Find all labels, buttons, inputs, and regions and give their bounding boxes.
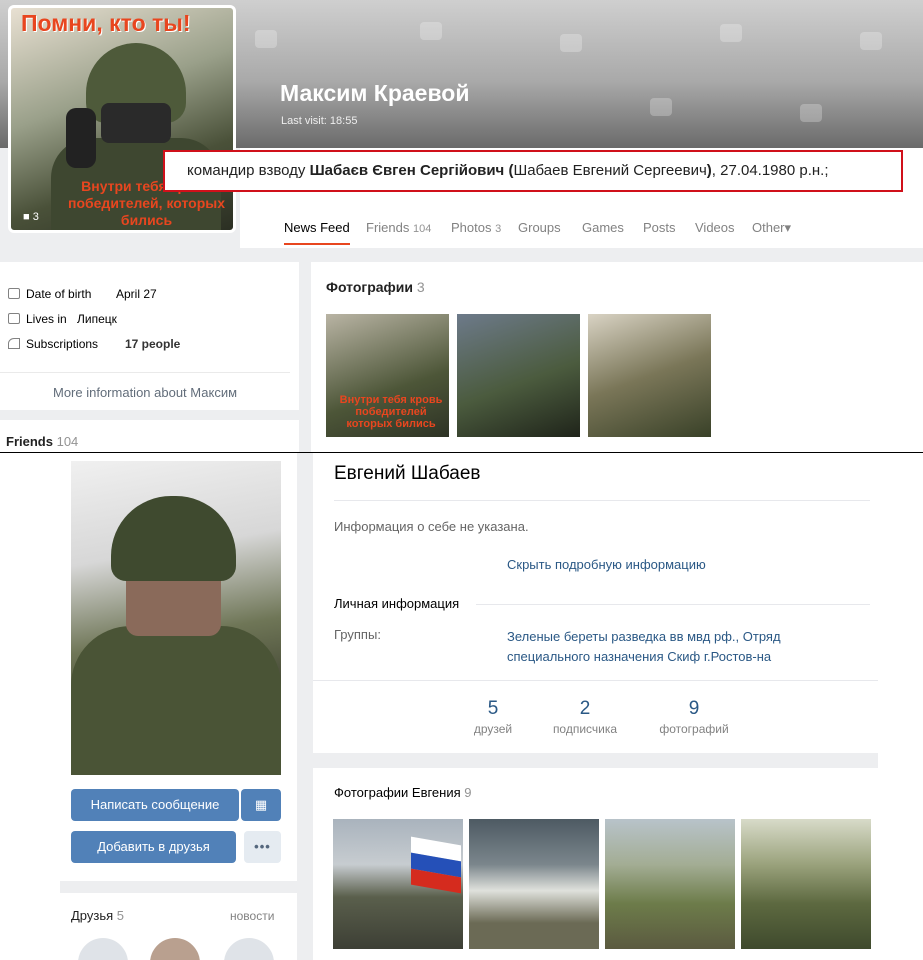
comment-icon: ■ [23,211,30,223]
photo-thumbnail[interactable] [457,314,580,437]
info-row-lives: Lives in Липецк [8,312,117,326]
subscriptions-label: Subscriptions [26,337,99,351]
counter-value: 9 [688,698,700,719]
avatar-title-text: Помни, кто ты! [21,10,191,36]
avatar-comment-counter[interactable]: ■ 3 [23,211,39,223]
info-row-birth: Date of birth April 27 [8,287,157,301]
cover-pattern-icon [255,30,277,48]
more-actions-button[interactable]: ••• [244,831,281,863]
friends-news-link[interactable]: новости [230,909,274,923]
gift-icon: ▦ [254,797,268,812]
profile-info-card: Date of birth April 27 Lives in Липецк S… [0,262,299,410]
groups-value[interactable]: Зеленые береты разведка вв мвд рф., Отря… [507,627,827,667]
annotation-prefix: командир взводу [187,162,310,179]
lives-value[interactable]: Липецк [77,312,117,326]
home-icon [8,313,20,324]
gift-button[interactable]: ▦ [241,789,281,821]
tab-posts[interactable]: Posts [643,220,676,235]
tab-friends[interactable]: Friends 104 [366,220,431,235]
cover-pattern-icon [560,34,582,52]
highlighted-annotation: командир взводу Шабаєв Євген Сергійович … [163,150,903,192]
cover-pattern-icon [720,24,742,42]
friends-block[interactable]: Friends 104 [0,420,299,452]
birth-label: Date of birth [26,287,92,301]
avatar-figure-hand [66,108,96,168]
russian-flag-icon [411,836,461,894]
photo-thumbnail[interactable] [469,819,599,949]
subscriptions-value[interactable]: 17 people [125,337,180,351]
counter-value: 2 [579,698,591,719]
send-message-button[interactable]: Написать сообщение [71,789,239,821]
friends-label: Друзья [71,908,114,923]
about-text: Информация о себе не указана. [334,519,529,534]
profile-screenshot-bottom: Написать сообщение ▦ Добавить в друзья •… [0,453,923,960]
birth-value[interactable]: April 27 [116,287,157,301]
annotation-birth-date: , 27.04.1980 р.н.; [711,162,829,179]
photo-thumbnail[interactable]: Внутри тебя кровь победителей которых би… [326,314,449,437]
lives-label: Lives in [26,312,67,326]
tab-games[interactable]: Games [582,220,624,235]
last-visit: Last visit: 18:55 [281,115,358,127]
photo-thumbnail[interactable] [333,819,463,949]
tab-news-feed[interactable]: News Feed [284,220,350,245]
hide-details-link[interactable]: Скрыть подробную информацию [507,557,706,572]
photos-count: 3 [416,279,425,295]
thumbnail-caption: Внутри тебя кровь победителей которых би… [339,394,443,430]
profile-avatar[interactable] [71,461,281,775]
comment-count: 3 [32,211,39,223]
photos-block: Фотографии 3 Внутри тебя кровь победител… [311,262,923,452]
cover-pattern-icon [650,98,672,116]
annotation-ukrainian-name: Шабаєв Євген Сергійович [309,162,505,179]
counter-value: 5 [487,698,499,719]
add-friend-button[interactable]: Добавить в друзья [71,831,236,863]
photo-thumbnail[interactable] [588,314,711,437]
avatar-figure-face [101,103,171,143]
groups-label: Группы: [334,627,381,642]
calendar-icon [8,288,20,299]
more-info-link[interactable]: More information about Максим [0,372,290,400]
photos-label: Фотографии Евгения [334,785,461,800]
tab-groups[interactable]: Groups [518,220,561,235]
tab-videos[interactable]: Videos [695,220,735,235]
cover-pattern-icon [800,104,822,122]
friends-count: 5 [116,908,125,923]
counter-label: подписчика [552,722,618,736]
tab-other[interactable]: Other▾ [752,220,791,236]
counter-photos[interactable]: 9 фотографий [644,698,744,736]
photo-thumbnail[interactable] [605,819,735,949]
cover-pattern-icon [420,22,442,40]
counter-label: друзей [473,722,513,736]
personal-info-header: Личная информация [334,596,460,611]
divider [476,604,870,605]
profile-name: Максим Краевой [280,80,470,106]
profile-avatar[interactable]: Помни, кто ты! Внутри тебя кровь победит… [8,5,236,233]
annotation-russian-name: Шабаев Евгений Сергеевич [513,162,707,179]
photos-title[interactable]: Фотографии 3 [326,279,425,295]
cover-pattern-icon [860,32,882,50]
photo-thumbnail[interactable] [741,819,871,949]
counter-label: фотографий [659,722,729,736]
photos-count: 9 [464,785,472,800]
photos-title[interactable]: Фотографии Евгения 9 [334,785,472,800]
counter-friends[interactable]: 5 друзей [443,698,543,736]
info-row-subscriptions: Subscriptions 17 people [8,337,180,351]
friends-count: 104 [56,434,79,449]
avatar-figure-helmet [111,496,236,581]
chevron-down-icon: ▾ [784,220,792,235]
divider [313,680,878,681]
avatar-figure-body [71,626,281,775]
rss-icon [8,338,20,349]
profile-name: Евгений Шабаев [334,463,481,484]
friends-label: Friends [6,434,53,449]
tab-photos[interactable]: Photos 3 [451,220,501,235]
profile-screenshot-top: Помни, кто ты! Внутри тебя кровь победит… [0,0,923,452]
friends-title[interactable]: Друзья 5 [71,908,124,923]
divider [334,500,870,501]
counter-followers[interactable]: 2 подписчика [535,698,635,736]
photos-label: Фотографии [326,279,414,295]
